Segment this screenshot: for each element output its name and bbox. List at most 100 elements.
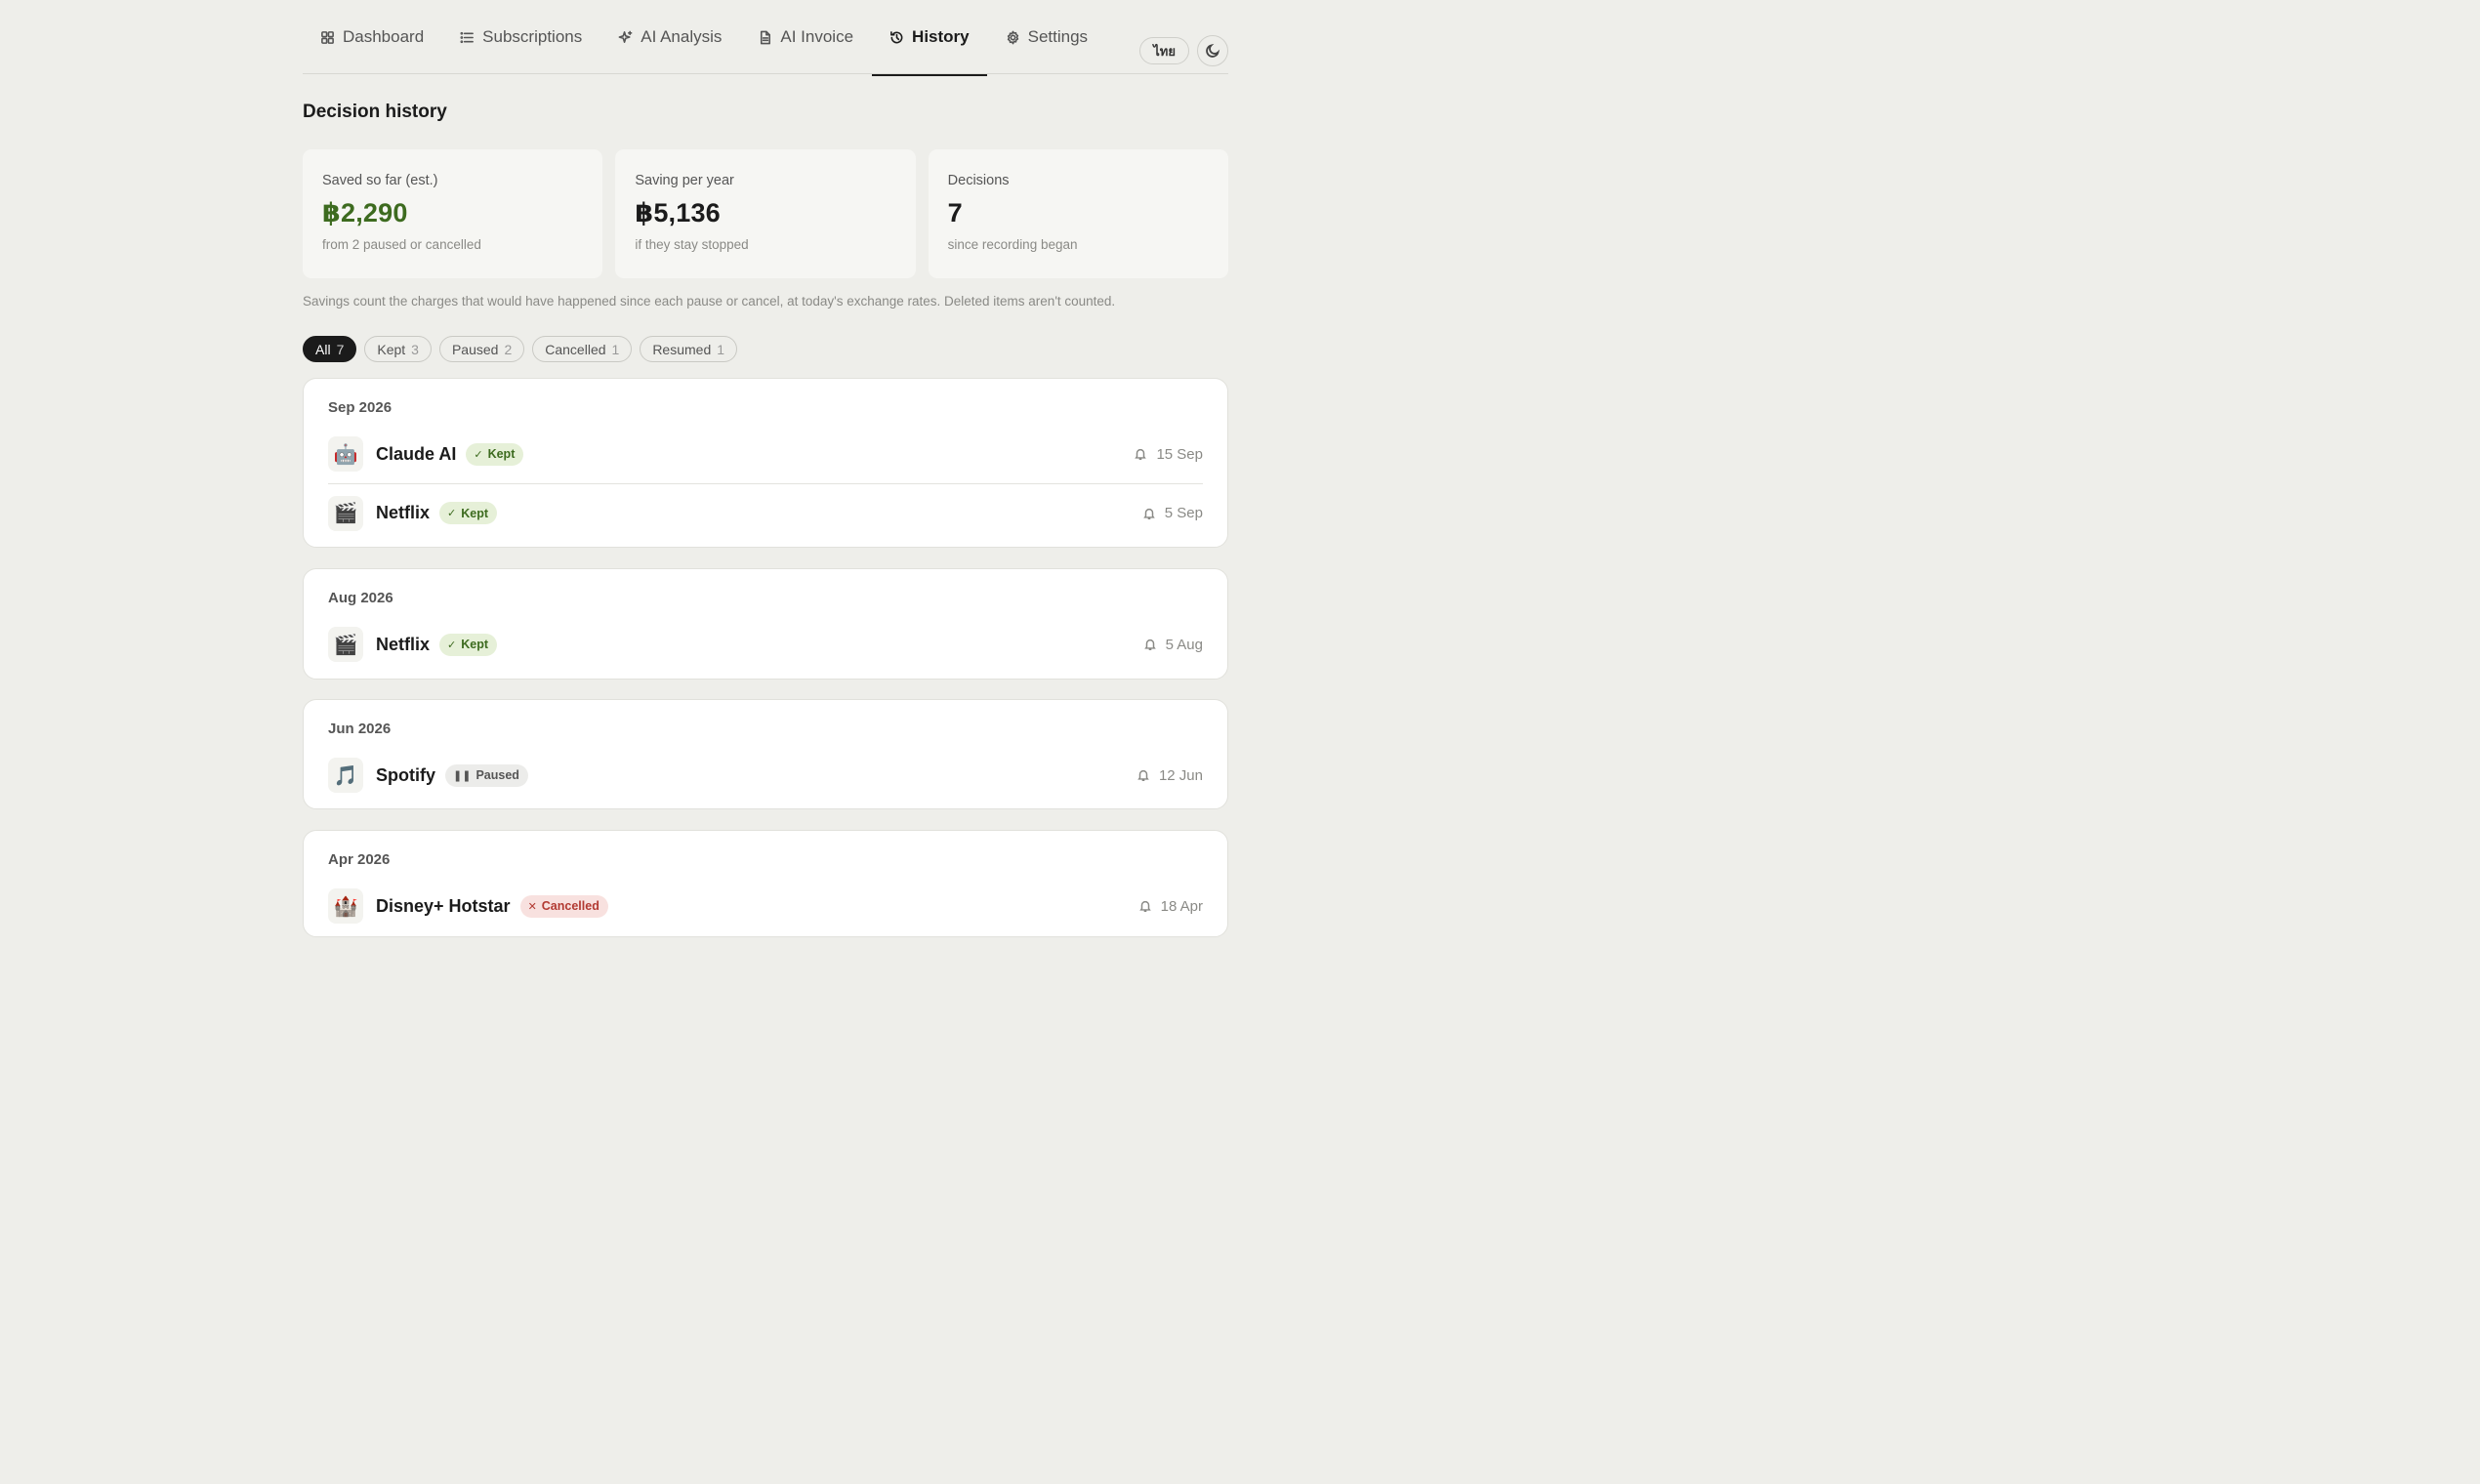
top-nav: Dashboard Subscriptions AI Analysis AI I… xyxy=(303,0,1228,76)
history-icon xyxy=(890,30,903,43)
bell-icon xyxy=(1138,900,1151,912)
tab-label: Subscriptions xyxy=(482,27,583,46)
stat-subtext: from 2 paused or cancelled xyxy=(322,237,481,252)
date-label: 12 Jun xyxy=(1158,766,1203,784)
stat-card-saved: Saved so far (est.) ฿2,290 from 2 paused… xyxy=(303,149,603,278)
stat-card-decisions: Decisions 7 since recording began xyxy=(928,149,1228,278)
reminder-date: 5 Sep xyxy=(1142,505,1203,521)
month-heading: Apr 2026 xyxy=(328,851,391,868)
chip-count: 3 xyxy=(411,341,419,357)
bell-icon xyxy=(1143,639,1156,650)
bell-icon xyxy=(1135,448,1147,460)
filter-chip-kept[interactable]: Kept 3 xyxy=(364,336,432,362)
tab-label: Settings xyxy=(1027,27,1089,46)
tab-ai-analysis[interactable]: AI Analysis xyxy=(600,0,739,74)
theme-toggle-button[interactable] xyxy=(1197,35,1228,66)
check-icon: ✓ xyxy=(474,448,483,461)
gear-icon xyxy=(1007,30,1018,44)
chip-label: Paused xyxy=(451,341,499,357)
pause-icon: ❚❚ xyxy=(453,769,472,782)
filter-chips: All 7 Kept 3 Paused 2 Cancelled 1 Resumed 1 xyxy=(303,336,738,362)
month-group: Aug 2026 🎬 Netflix ✓ Kept 5 Aug xyxy=(303,568,1228,680)
history-row[interactable]: 🤖 Claude AI ✓ Kept 15 Sep xyxy=(328,425,1203,483)
date-label: 18 Apr xyxy=(1160,897,1203,915)
status-label: Kept xyxy=(461,506,489,520)
check-icon: ✓ xyxy=(447,639,457,651)
bell-icon xyxy=(1137,769,1149,781)
service-name: Spotify xyxy=(376,764,435,785)
stat-label: Saved so far (est.) xyxy=(322,173,438,188)
sparkle-icon xyxy=(618,30,633,43)
history-row[interactable]: 🎬 Netflix ✓ Kept 5 Sep xyxy=(328,483,1203,542)
status-badge: ❚❚ Paused xyxy=(445,763,528,787)
chip-label: All xyxy=(315,341,331,357)
filter-chip-cancelled[interactable]: Cancelled 1 xyxy=(532,336,633,362)
tab-history[interactable]: History xyxy=(872,0,987,76)
tab-settings[interactable]: Settings xyxy=(988,0,1105,74)
filter-chip-resumed[interactable]: Resumed 1 xyxy=(640,336,738,362)
date-label: 15 Sep xyxy=(1156,445,1203,463)
month-group: Jun 2026 🎵 Spotify ❚❚ Paused 12 Jun xyxy=(303,699,1228,809)
status-badge: ✓ Kept xyxy=(439,502,498,524)
stat-value: ฿2,290 xyxy=(322,198,408,227)
list-icon xyxy=(460,31,475,43)
month-heading: Jun 2026 xyxy=(328,721,392,737)
status-badge: ✕ Cancelled xyxy=(519,894,608,918)
status-label: Cancelled xyxy=(541,899,599,913)
tab-label: History xyxy=(912,27,970,46)
chip-count: 2 xyxy=(504,341,513,357)
service-name: Netflix xyxy=(376,634,431,654)
month-group: Apr 2026 🏰 Disney+ Hotstar ✕ Cancelled 18… xyxy=(303,830,1228,937)
chip-label: Resumed xyxy=(652,341,712,357)
stat-subtext: since recording began xyxy=(947,237,1078,252)
month-group: Sep 2026 🤖 Claude AI ✓ Kept 15 Sep 🎬 Netf… xyxy=(303,378,1228,548)
tab-label: Dashboard xyxy=(343,27,425,46)
service-logo: 🤖 xyxy=(328,436,363,472)
history-row[interactable]: 🎬 Netflix ✓ Kept 5 Aug xyxy=(328,615,1203,674)
stat-label: Saving per year xyxy=(635,173,734,188)
page-title: Decision history xyxy=(303,102,447,122)
stat-label: Decisions xyxy=(947,173,1010,188)
stat-value: 7 xyxy=(947,198,963,227)
tab-dashboard[interactable]: Dashboard xyxy=(303,0,441,74)
reminder-date: 15 Sep xyxy=(1134,446,1203,463)
month-heading: Sep 2026 xyxy=(328,399,393,416)
stat-value: ฿5,136 xyxy=(635,198,721,227)
service-name: Netflix xyxy=(376,503,431,522)
reminder-date: 18 Apr xyxy=(1138,898,1203,915)
tab-ai-invoice[interactable]: AI Invoice xyxy=(740,0,871,74)
moon-icon xyxy=(1206,43,1220,58)
tab-subscriptions[interactable]: Subscriptions xyxy=(442,0,599,74)
history-row[interactable]: 🏰 Disney+ Hotstar ✕ Cancelled 18 Apr xyxy=(328,877,1203,935)
status-label: Kept xyxy=(461,638,489,651)
reminder-date: 5 Aug xyxy=(1143,637,1203,653)
date-label: 5 Aug xyxy=(1165,636,1203,653)
stat-subtext: if they stay stopped xyxy=(635,237,749,252)
service-name: Disney+ Hotstar xyxy=(376,895,511,916)
stat-card-saving-per-year: Saving per year ฿5,136 if they stay stop… xyxy=(615,149,916,278)
check-icon: ✓ xyxy=(447,508,457,519)
stats-row: Saved so far (est.) ฿2,290 from 2 paused… xyxy=(303,149,1228,278)
grid-icon xyxy=(321,30,334,44)
reminder-date: 12 Jun xyxy=(1137,767,1203,784)
chip-label: Cancelled xyxy=(545,341,606,357)
status-label: Paused xyxy=(475,768,519,782)
chip-count: 1 xyxy=(717,341,725,357)
service-logo: 🏰 xyxy=(328,888,363,924)
status-badge: ✓ Kept xyxy=(439,633,498,656)
chip-count: 7 xyxy=(336,341,345,357)
month-heading: Aug 2026 xyxy=(328,590,393,606)
document-icon xyxy=(761,30,771,44)
chip-count: 1 xyxy=(611,341,620,357)
tab-label: AI Invoice xyxy=(780,27,854,46)
history-row[interactable]: 🎵 Spotify ❚❚ Paused 12 Jun xyxy=(328,746,1203,804)
filter-chip-all[interactable]: All 7 xyxy=(303,336,357,362)
service-logo: 🎵 xyxy=(328,758,363,793)
service-name: Claude AI xyxy=(376,443,457,464)
language-toggle-button[interactable]: ไทย xyxy=(1139,37,1189,64)
chip-label: Kept xyxy=(377,341,406,357)
close-icon: ✕ xyxy=(527,900,537,913)
savings-note: Savings count the charges that would hav… xyxy=(303,294,1116,309)
filter-chip-paused[interactable]: Paused 2 xyxy=(438,336,525,362)
status-badge: ✓ Kept xyxy=(466,442,524,466)
